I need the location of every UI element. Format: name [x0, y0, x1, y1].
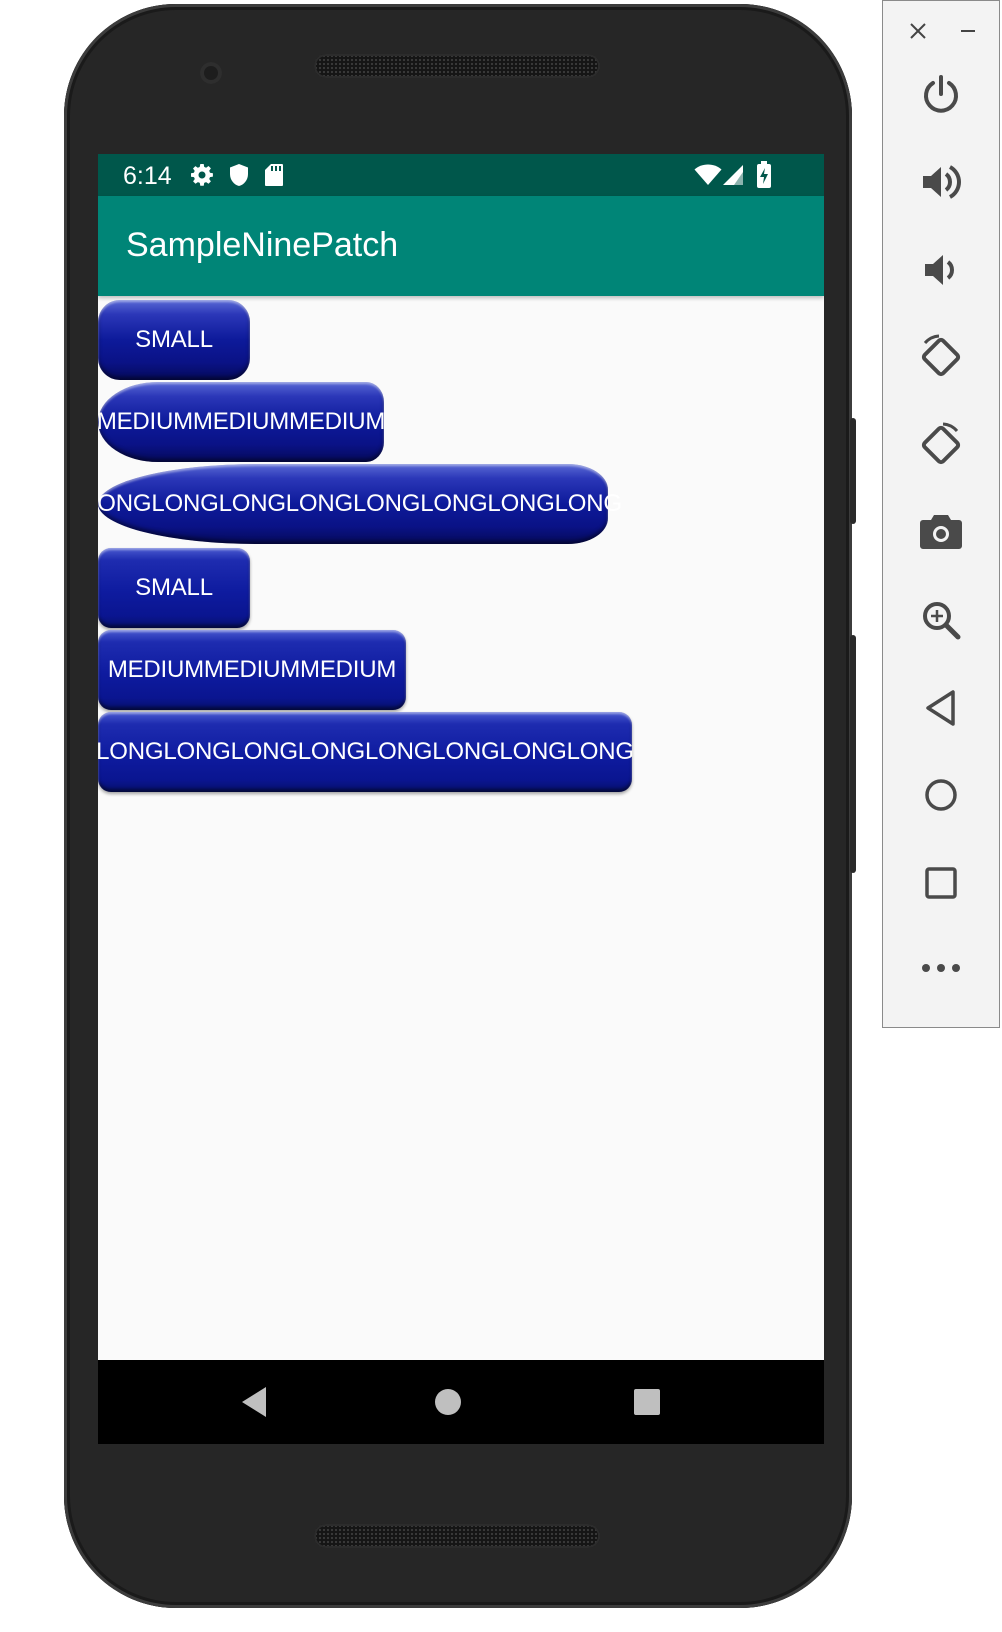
overview-icon[interactable]: [923, 865, 959, 901]
status-bar: 6:14: [98, 154, 824, 196]
volume-down-icon[interactable]: [920, 249, 962, 291]
home-icon[interactable]: [434, 1388, 462, 1416]
back-icon[interactable]: [923, 689, 959, 727]
small-button-ninepatch[interactable]: SMALL: [98, 548, 250, 628]
button-label: MEDIUMMEDIUMMEDIUM: [107, 656, 397, 683]
button-label: LONGLONGLONGLONGLONGLONGLONGLONG: [98, 490, 622, 517]
medium-button-stretched[interactable]: MEDIUMMEDIUMMEDIUM: [98, 382, 386, 462]
button-label: SMALL: [135, 574, 213, 601]
status-time: 6:14: [123, 162, 172, 190]
button-label: LONGLONGLONGLONGLONGLONGLONGLONG: [98, 738, 634, 765]
phone-side-button-volume: [850, 635, 856, 873]
signal-icon: [723, 165, 743, 185]
recents-icon[interactable]: [634, 1389, 660, 1415]
power-icon[interactable]: [920, 74, 962, 116]
bottom-speaker-grille: [314, 1524, 600, 1548]
close-icon[interactable]: [909, 22, 927, 40]
long-button-stretched[interactable]: LONGLONGLONGLONGLONGLONGLONGLONG: [98, 464, 622, 544]
zoom-icon[interactable]: [920, 599, 962, 641]
small-button-stretched[interactable]: SMALL: [98, 300, 250, 380]
shield-icon: [230, 164, 248, 186]
camera-icon[interactable]: [920, 513, 962, 551]
app-bar: SampleNinePatch: [98, 196, 824, 296]
rotate-left-icon[interactable]: [917, 333, 965, 381]
emulator-toolbar: [882, 0, 1000, 1028]
navigation-bar: [98, 1360, 824, 1444]
settings-gear-icon: [191, 164, 213, 186]
volume-up-icon[interactable]: [920, 161, 962, 203]
wifi-icon: [694, 164, 722, 185]
rotate-right-icon[interactable]: [917, 421, 965, 469]
medium-button-ninepatch[interactable]: MEDIUMMEDIUMMEDIUM: [98, 630, 406, 710]
more-icon[interactable]: [920, 961, 962, 975]
battery-charging-icon: [757, 161, 771, 188]
app-title: SampleNinePatch: [126, 226, 399, 264]
minimize-icon[interactable]: [959, 22, 977, 40]
phone-side-button-power: [850, 418, 856, 524]
home-icon[interactable]: [923, 777, 959, 813]
front-camera: [200, 62, 222, 84]
top-speaker-grille: [314, 54, 600, 78]
button-label: MEDIUMMEDIUMMEDIUM: [98, 408, 386, 435]
button-label: SMALL: [135, 326, 213, 353]
sd-card-icon: [265, 164, 283, 186]
long-button-ninepatch[interactable]: LONGLONGLONGLONGLONGLONGLONGLONG: [98, 712, 634, 792]
device-screen: 6:14 SampleNinePatch SMALL MEDIUMMEDIUMM…: [98, 154, 824, 1444]
back-icon[interactable]: [240, 1386, 268, 1418]
